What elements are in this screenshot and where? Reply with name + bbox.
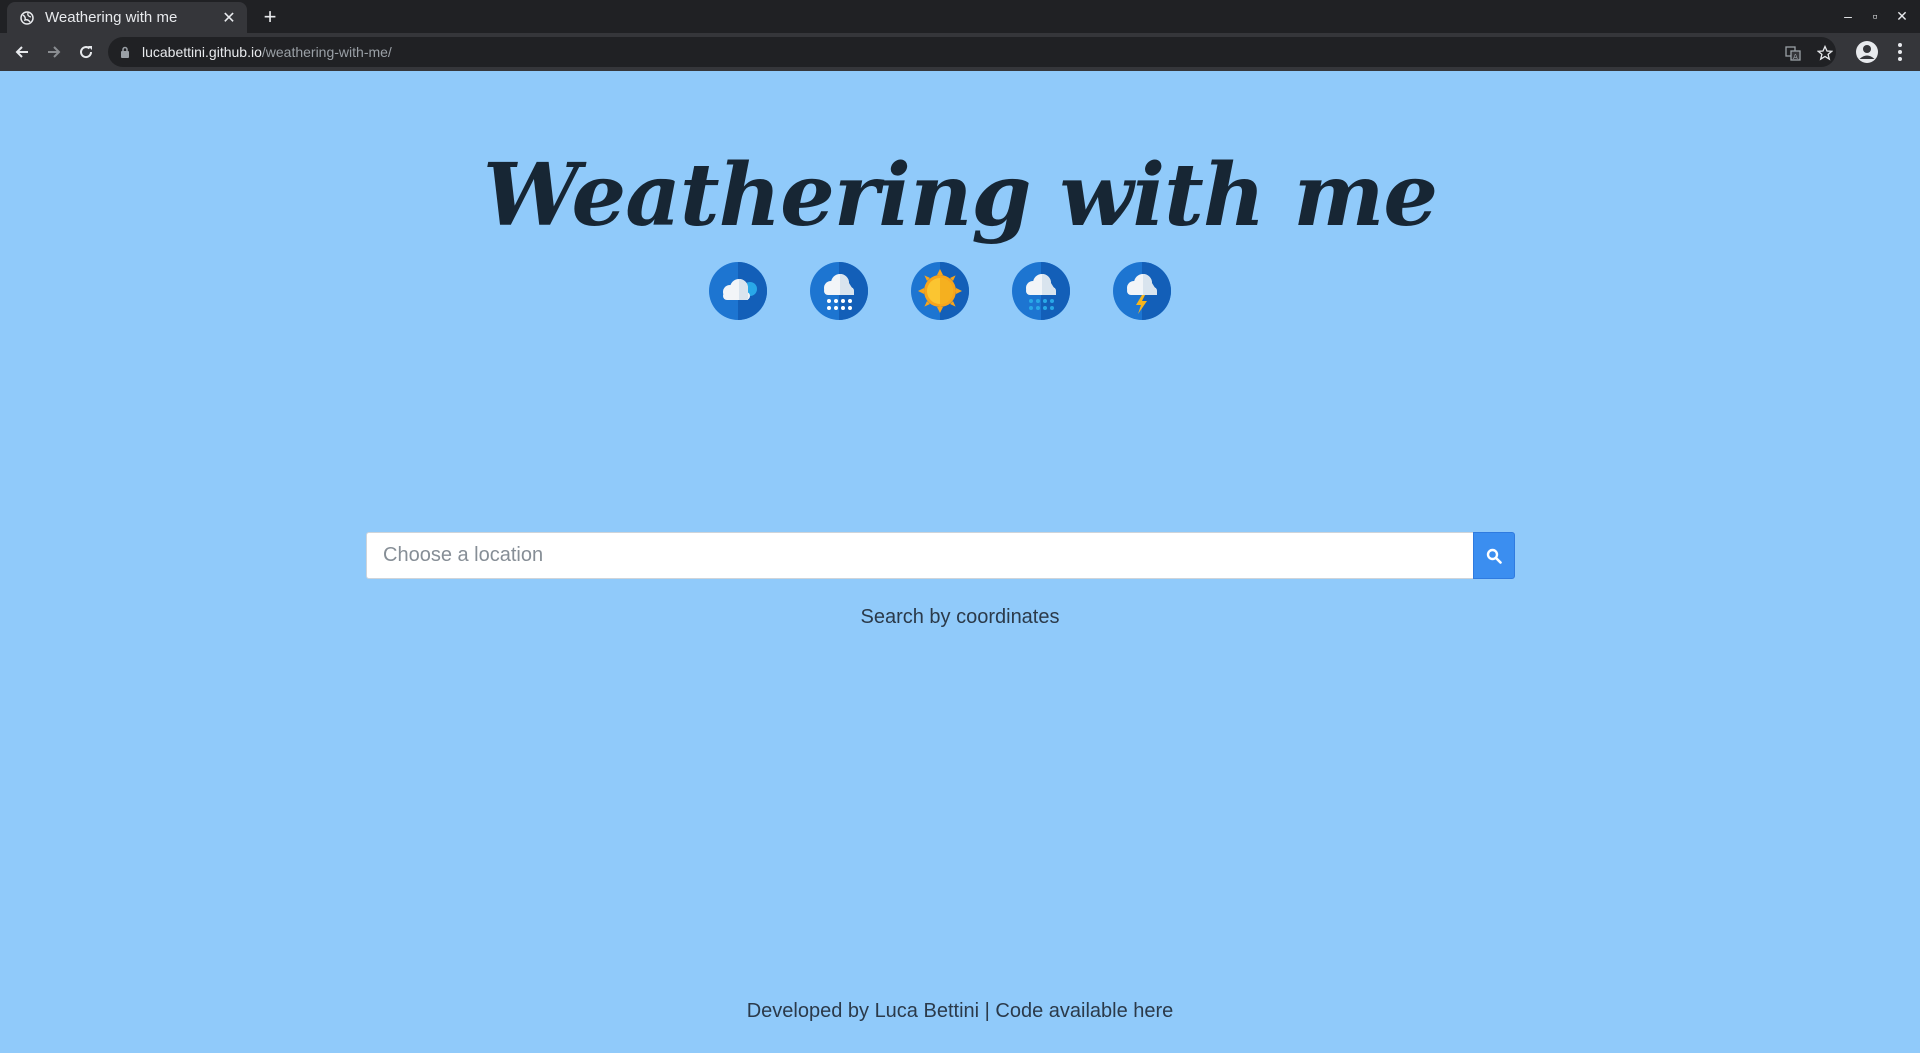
cloudy-icon — [709, 262, 767, 320]
footer-separator: | — [979, 1000, 996, 1022]
svg-text:A: A — [1793, 53, 1798, 61]
thunderstorm-icon — [1113, 262, 1171, 320]
location-search-form — [366, 532, 1515, 579]
search-by-coordinates-link[interactable]: Search by coordinates — [0, 606, 1920, 629]
sun-icon — [911, 262, 969, 320]
browser-tabbar: Weathering with me ✕ + – ▫ ✕ — [0, 0, 1920, 33]
url-host: lucabettini.github.io — [142, 44, 262, 60]
bookmark-star-icon[interactable] — [1814, 42, 1836, 64]
browser-toolbar: lucabettini.github.io/weathering-with-me… — [0, 33, 1920, 72]
search-button[interactable] — [1473, 532, 1515, 579]
location-search-input[interactable] — [366, 532, 1473, 579]
profile-avatar-icon[interactable] — [1854, 39, 1880, 65]
browser-menu-icon[interactable] — [1890, 40, 1910, 64]
footer-prefix: Developed by — [746, 1000, 875, 1022]
tab-title: Weathering with me — [45, 9, 178, 26]
rain-icon — [1012, 262, 1070, 320]
forward-icon[interactable] — [42, 40, 66, 64]
code-link[interactable]: Code available here — [995, 1000, 1173, 1022]
page-body: Weathering with me Choose a location Sea… — [0, 71, 1920, 1053]
close-tab-icon[interactable]: ✕ — [219, 8, 239, 28]
maximize-icon[interactable]: ▫ — [1863, 6, 1887, 26]
globe-icon — [19, 10, 35, 26]
new-tab-icon[interactable]: + — [258, 4, 282, 29]
page-title: Weathering with me — [482, 145, 1438, 246]
weather-icons-row — [708, 261, 1172, 321]
minimize-icon[interactable]: – — [1836, 6, 1860, 26]
footer: Developed by Luca Bettini | Code availab… — [0, 1000, 1920, 1023]
author-link[interactable]: Luca Bettini — [875, 1000, 980, 1022]
reload-icon[interactable] — [74, 40, 98, 64]
address-bar[interactable]: lucabettini.github.io/weathering-with-me… — [108, 37, 1836, 67]
browser-tab[interactable]: Weathering with me ✕ — [7, 2, 247, 33]
url-path: /weathering-with-me/ — [261, 44, 392, 60]
close-window-icon[interactable]: ✕ — [1890, 6, 1914, 26]
snow-icon — [810, 262, 868, 320]
search-icon — [1486, 548, 1502, 564]
translate-icon[interactable]: A — [1782, 42, 1804, 64]
url-text: lucabettini.github.io/weathering-with-me… — [142, 44, 392, 60]
back-icon[interactable] — [10, 40, 34, 64]
lock-icon — [120, 45, 132, 59]
